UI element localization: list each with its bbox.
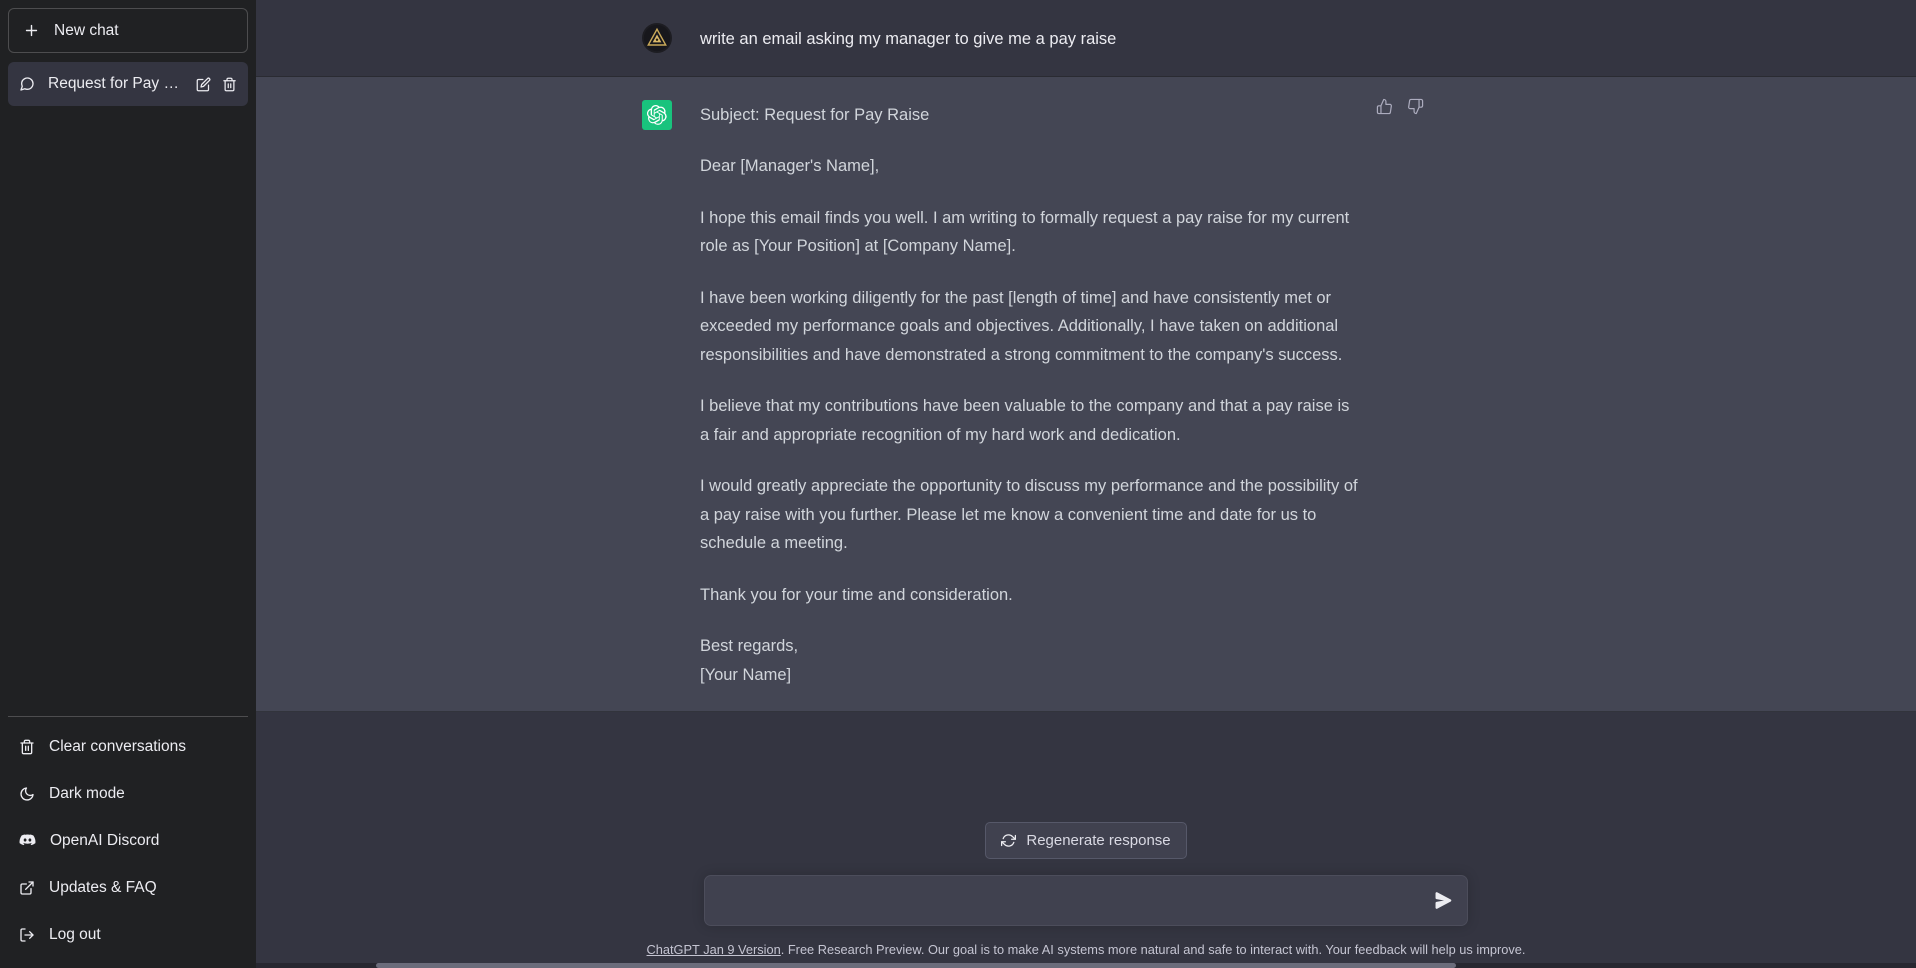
version-link[interactable]: ChatGPT Jan 9 Version	[647, 942, 781, 957]
assistant-paragraph: I hope this email finds you well. I am w…	[700, 208, 1354, 256]
chat-input[interactable]	[721, 876, 1421, 925]
assistant-paragraph: I believe that my contributions have bee…	[700, 397, 1354, 444]
assistant-paragraph: Thank you for your time and consideratio…	[700, 585, 1013, 604]
feedback-actions	[1376, 98, 1424, 115]
discord-icon	[19, 832, 36, 849]
assistant-paragraph: [Your Name]	[700, 665, 792, 684]
sidebar-item-openai-discord[interactable]: OpenAI Discord	[8, 817, 248, 864]
delete-icon[interactable]	[222, 77, 237, 92]
scrollbar-thumb[interactable]	[376, 963, 1456, 968]
edit-icon[interactable]	[196, 77, 211, 92]
trash-icon	[19, 739, 35, 755]
message-bubble-icon	[19, 76, 35, 92]
composer-wrapper	[704, 875, 1468, 926]
sidebar-item-clear-conversations[interactable]: Clear conversations	[8, 723, 248, 770]
plus-icon	[23, 22, 40, 39]
logout-icon	[19, 927, 35, 943]
refresh-icon	[1001, 833, 1017, 848]
legal-text: . Free Research Preview. Our goal is to …	[780, 942, 1526, 957]
legal-footer: ChatGPT Jan 9 Version. Free Research Pre…	[647, 941, 1526, 958]
conversation-list: Request for Pay Raise	[8, 62, 248, 716]
message-row-user: write an email asking my manager to give…	[256, 0, 1916, 77]
sidebar-item-log-out[interactable]: Log out	[8, 911, 248, 958]
sidebar-item-label: Log out	[49, 925, 101, 943]
assistant-paragraph: Subject: Request for Pay Raise	[700, 105, 930, 124]
sidebar-item-dark-mode[interactable]: Dark mode	[8, 770, 248, 817]
conversation-actions	[196, 77, 237, 92]
assistant-paragraph: I have been working diligently for the p…	[700, 288, 1343, 364]
openai-logo-icon	[647, 104, 667, 125]
assistant-paragraph: Dear [Manager's Name],	[700, 157, 880, 175]
chatgpt-app: New chat Request for Pay Raise	[0, 0, 1916, 968]
thumbs-down-icon[interactable]	[1407, 98, 1424, 115]
sidebar-footer: Clear conversations Dark mode OpenAI Dis…	[8, 716, 248, 960]
thumbs-up-icon[interactable]	[1376, 98, 1393, 115]
message-row-assistant: Subject: Request for Pay Raise Dear [Man…	[256, 76, 1916, 712]
main-content: write an email asking my manager to give…	[256, 0, 1916, 968]
new-chat-label: New chat	[54, 21, 119, 39]
new-chat-button[interactable]: New chat	[8, 8, 248, 53]
regenerate-row: Regenerate response	[256, 822, 1916, 859]
sidebar-item-label: Updates & FAQ	[49, 878, 157, 896]
assistant-message-text: Subject: Request for Pay Raise Dear [Man…	[700, 99, 1360, 690]
sidebar-item-updates-and-faq[interactable]: Updates & FAQ	[8, 864, 248, 911]
chatgpt-avatar	[642, 99, 672, 130]
user-avatar	[642, 23, 672, 53]
moon-icon	[19, 786, 35, 802]
sidebar-item-label: Clear conversations	[49, 737, 186, 755]
composer-zone: Regenerate response ChatGPT Jan 9 Versio…	[256, 822, 1916, 968]
sidebar: New chat Request for Pay Raise	[0, 0, 256, 968]
horizontal-scrollbar[interactable]	[256, 963, 1916, 968]
message-thread: write an email asking my manager to give…	[256, 0, 1916, 822]
message-inner: Subject: Request for Pay Raise Dear [Man…	[642, 77, 1642, 712]
pyramid-eye-icon	[643, 24, 671, 52]
message-inner: write an email asking my manager to give…	[642, 0, 1642, 76]
sidebar-item-label: OpenAI Discord	[50, 831, 160, 849]
external-link-icon	[19, 880, 35, 896]
conversation-title: Request for Pay Raise	[48, 75, 183, 92]
assistant-paragraph: Best regards,	[700, 637, 799, 655]
user-message-text: write an email asking my manager to give…	[700, 30, 1117, 48]
sidebar-item-label: Dark mode	[49, 784, 125, 802]
assistant-paragraph: I would greatly appreciate the opportuni…	[700, 477, 1363, 552]
composer-box[interactable]	[704, 875, 1468, 926]
regenerate-response-button[interactable]: Regenerate response	[985, 822, 1187, 859]
send-arrow-icon	[1435, 892, 1452, 909]
conversation-item-request-for-pay-raise[interactable]: Request for Pay Raise	[8, 62, 248, 106]
send-button[interactable]	[1430, 888, 1456, 914]
regenerate-response-label: Regenerate response	[1026, 832, 1171, 849]
